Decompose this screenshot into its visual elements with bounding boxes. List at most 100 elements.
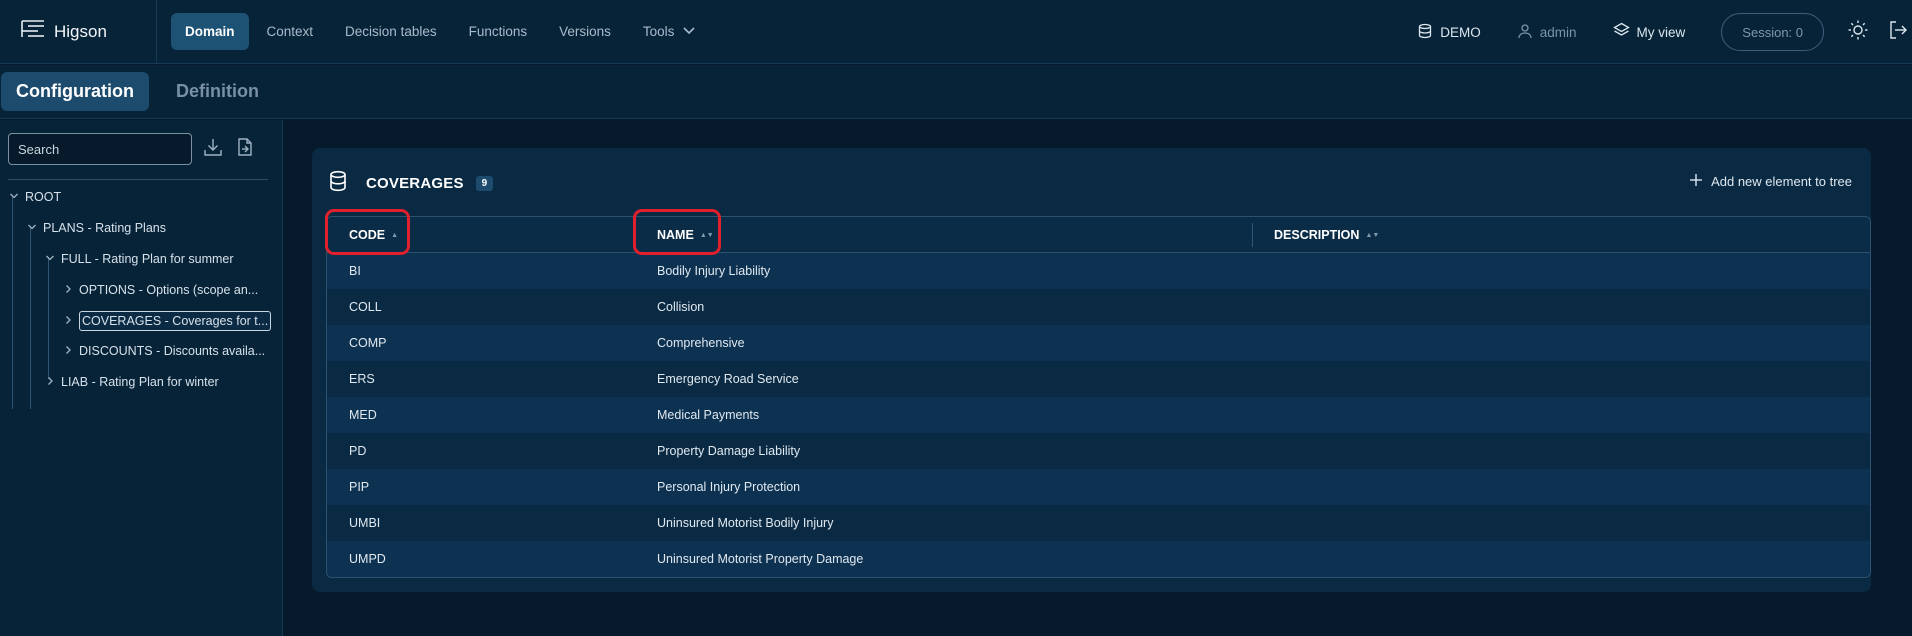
cell-name: Bodily Injury Liability bbox=[657, 264, 771, 278]
theme-toggle[interactable] bbox=[1846, 20, 1870, 44]
highlight-code-header bbox=[325, 209, 410, 255]
environment-selector[interactable]: DEMO bbox=[1417, 23, 1481, 42]
cell-name: Uninsured Motorist Property Damage bbox=[657, 552, 864, 566]
user-menu[interactable]: admin bbox=[1517, 23, 1577, 42]
sub-tabs: Configuration Definition bbox=[0, 65, 1912, 119]
sun-icon bbox=[1847, 19, 1869, 46]
tree-guide bbox=[12, 197, 13, 409]
coverages-table: CODE ▲ NAME ▲▼ DESCRIPTION ▲▼ BI Bodily … bbox=[326, 216, 1871, 578]
user-label: admin bbox=[1539, 24, 1577, 40]
cell-name: Personal Injury Protection bbox=[657, 480, 801, 494]
user-icon bbox=[1517, 23, 1533, 42]
cell-code: COLL bbox=[349, 300, 382, 314]
column-separator bbox=[1252, 223, 1253, 247]
cell-code: ERS bbox=[349, 372, 375, 386]
download-icon[interactable] bbox=[202, 136, 224, 163]
nav-tools[interactable]: Tools bbox=[629, 13, 711, 50]
sort-icon: ▲▼ bbox=[1365, 231, 1380, 239]
session-button[interactable]: Session: 0 bbox=[1721, 13, 1824, 51]
chevron-down-icon[interactable] bbox=[27, 221, 37, 235]
import-file-icon[interactable] bbox=[234, 136, 256, 163]
search-input[interactable] bbox=[8, 133, 192, 165]
top-right-controls: DEMO admin My view Session: 0 bbox=[1417, 0, 1912, 64]
table-row[interactable]: UMPD Uninsured Motorist Property Damage bbox=[327, 541, 1870, 577]
nav-versions[interactable]: Versions bbox=[545, 13, 625, 50]
tree-node-full[interactable]: FULL - Rating Plan for summer bbox=[45, 247, 234, 271]
tab-configuration[interactable]: Configuration bbox=[1, 72, 149, 111]
cell-name: Property Damage Liability bbox=[657, 444, 801, 458]
tree-node-plans[interactable]: PLANS - Rating Plans bbox=[27, 216, 166, 240]
tree-node-coverages[interactable]: COVERAGES - Coverages for t... bbox=[63, 308, 273, 334]
tree-node-label: DISCOUNTS - Discounts availa... bbox=[79, 344, 266, 358]
cell-code: BI bbox=[349, 264, 361, 278]
panel-title: COVERAGES bbox=[366, 175, 464, 192]
panel-header: COVERAGES 9 bbox=[328, 170, 494, 197]
chevron-right-icon[interactable] bbox=[45, 375, 55, 389]
sidebar-toolbar bbox=[8, 133, 256, 165]
nav-functions[interactable]: Functions bbox=[455, 13, 542, 50]
cell-code: UMPD bbox=[349, 552, 386, 566]
higson-logo-icon bbox=[20, 18, 46, 45]
chevron-down-icon[interactable] bbox=[9, 190, 19, 204]
environment-label: DEMO bbox=[1440, 24, 1481, 40]
tree-node-options[interactable]: OPTIONS - Options (scope an... bbox=[63, 278, 273, 302]
nav-decision-tables[interactable]: Decision tables bbox=[331, 13, 451, 50]
cell-name: Medical Payments bbox=[657, 408, 760, 422]
chevron-down-icon[interactable] bbox=[45, 252, 55, 266]
logo[interactable]: Higson bbox=[0, 0, 157, 64]
sidebar: ROOT PLANS - Rating Plans FULL - Rating … bbox=[0, 120, 283, 636]
logout-button[interactable] bbox=[1886, 20, 1910, 44]
chevron-down-icon bbox=[682, 24, 696, 39]
tree-node-label: ROOT bbox=[25, 190, 62, 204]
cell-name: Uninsured Motorist Bodily Injury bbox=[657, 516, 834, 530]
cell-name: Comprehensive bbox=[657, 336, 745, 350]
tree-node-root[interactable]: ROOT bbox=[9, 185, 61, 209]
database-icon bbox=[1417, 23, 1433, 42]
cell-code: COMP bbox=[349, 336, 387, 350]
table-header: CODE ▲ NAME ▲▼ DESCRIPTION ▲▼ bbox=[327, 217, 1870, 253]
view-selector[interactable]: My view bbox=[1612, 22, 1686, 42]
layers-icon bbox=[1612, 22, 1630, 42]
table-row[interactable]: COMP Comprehensive bbox=[327, 325, 1870, 361]
tree-node-label: LIAB - Rating Plan for winter bbox=[61, 375, 219, 389]
tree-guide bbox=[48, 257, 49, 379]
chevron-right-icon[interactable] bbox=[63, 283, 73, 297]
tab-definition[interactable]: Definition bbox=[161, 72, 274, 111]
tree-node-label: PLANS - Rating Plans bbox=[43, 221, 166, 235]
chevron-right-icon[interactable] bbox=[63, 344, 73, 358]
column-header-description[interactable]: DESCRIPTION ▲▼ bbox=[1274, 217, 1379, 253]
cell-code: PIP bbox=[349, 480, 370, 494]
tree-node-liab[interactable]: LIAB - Rating Plan for winter bbox=[45, 370, 219, 394]
count-badge: 9 bbox=[475, 176, 494, 191]
highlight-name-header bbox=[633, 209, 721, 255]
logo-text: Higson bbox=[54, 21, 107, 41]
tree-guide bbox=[30, 227, 31, 409]
tree-node-discounts[interactable]: DISCOUNTS - Discounts availa... bbox=[63, 339, 273, 363]
table-row[interactable]: ERS Emergency Road Service bbox=[327, 361, 1870, 397]
coverages-panel: COVERAGES 9 Add new element to tree CODE… bbox=[312, 148, 1871, 592]
cell-code: UMBI bbox=[349, 516, 381, 530]
plus-icon bbox=[1689, 173, 1703, 190]
view-label: My view bbox=[1636, 24, 1686, 40]
table-row[interactable]: COLL Collision bbox=[327, 289, 1870, 325]
database-icon bbox=[328, 170, 348, 197]
tree-node-label: OPTIONS - Options (scope an... bbox=[79, 283, 259, 297]
table-row[interactable]: PIP Personal Injury Protection bbox=[327, 469, 1870, 505]
logout-icon bbox=[1888, 20, 1908, 45]
cell-name: Emergency Road Service bbox=[657, 372, 799, 386]
nav-domain[interactable]: Domain bbox=[171, 13, 249, 50]
tree-node-label: COVERAGES - Coverages for t... bbox=[79, 311, 272, 331]
table-row[interactable]: UMBI Uninsured Motorist Bodily Injury bbox=[327, 505, 1870, 541]
table-row[interactable]: PD Property Damage Liability bbox=[327, 433, 1870, 469]
table-row[interactable]: MED Medical Payments bbox=[327, 397, 1870, 433]
sidebar-divider bbox=[8, 179, 268, 180]
chevron-right-icon[interactable] bbox=[63, 314, 73, 328]
add-element-button[interactable]: Add new element to tree bbox=[1689, 173, 1852, 190]
cell-code: PD bbox=[349, 444, 367, 458]
column-header-label: DESCRIPTION bbox=[1274, 228, 1360, 242]
nav-context[interactable]: Context bbox=[253, 13, 328, 50]
cell-name: Collision bbox=[657, 300, 705, 314]
tree-node-label: FULL - Rating Plan for summer bbox=[61, 252, 234, 266]
table-row[interactable]: BI Bodily Injury Liability bbox=[327, 253, 1870, 289]
top-bar: Higson Domain Context Decision tables Fu… bbox=[0, 0, 1912, 64]
